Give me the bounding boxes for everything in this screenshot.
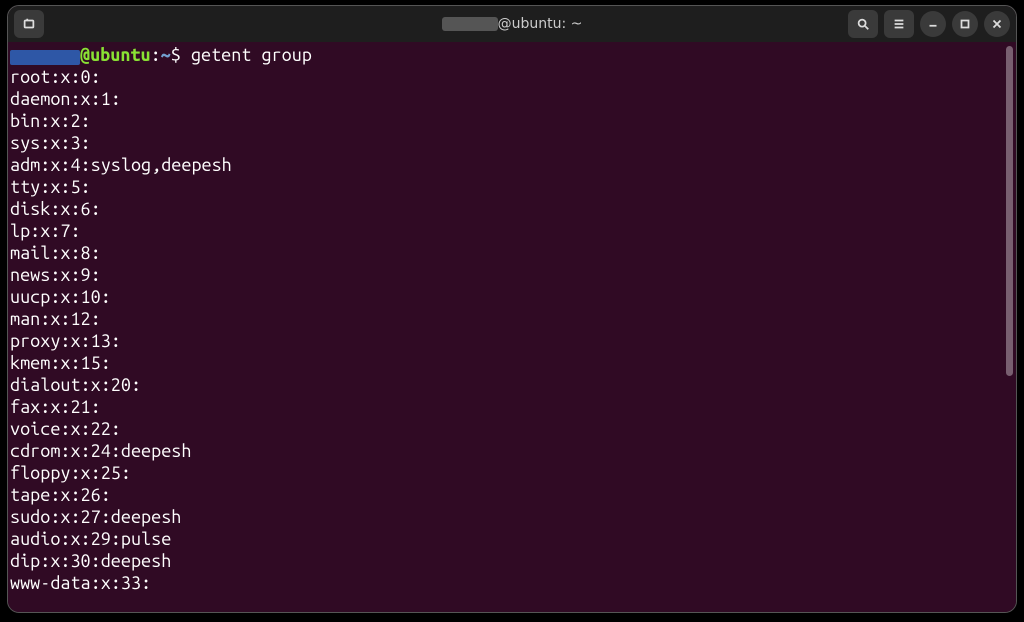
output-line: fax:x:21:	[10, 396, 1012, 418]
output-line: mail:x:8:	[10, 242, 1012, 264]
output-line: uucp:x:10:	[10, 286, 1012, 308]
redacted-username	[10, 50, 80, 65]
scrollbar-thumb[interactable]	[1006, 46, 1013, 376]
terminal-body[interactable]: @ubuntu:~$ getent group root:x:0:daemon:…	[8, 42, 1016, 612]
output-line: dialout:x:20:	[10, 374, 1012, 396]
output-line: adm:x:4:syslog,deepesh	[10, 154, 1012, 176]
output-line: daemon:x:1:	[10, 88, 1012, 110]
output-line: disk:x:6:	[10, 198, 1012, 220]
terminal-window: @ubuntu: ~ @ubuntu:~$ getent group root:…	[7, 5, 1017, 613]
titlebar: @ubuntu: ~	[8, 6, 1016, 42]
command-output: root:x:0:daemon:x:1:bin:x:2:sys:x:3:adm:…	[10, 66, 1012, 594]
output-line: man:x:12:	[10, 308, 1012, 330]
output-line: sys:x:3:	[10, 132, 1012, 154]
output-line: root:x:0:	[10, 66, 1012, 88]
output-line: tape:x:26:	[10, 484, 1012, 506]
output-line: sudo:x:27:deepesh	[10, 506, 1012, 528]
output-line: www-data:x:33:	[10, 572, 1012, 594]
close-button[interactable]	[984, 11, 1010, 37]
output-line: cdrom:x:24:deepesh	[10, 440, 1012, 462]
maximize-button[interactable]	[952, 11, 978, 37]
new-tab-button[interactable]	[14, 10, 44, 38]
search-button[interactable]	[848, 10, 878, 38]
output-line: dip:x:30:deepesh	[10, 550, 1012, 572]
prompt-line: @ubuntu:~$ getent group	[10, 44, 1012, 66]
output-line: news:x:9:	[10, 264, 1012, 286]
output-line: lp:x:7:	[10, 220, 1012, 242]
output-line: floppy:x:25:	[10, 462, 1012, 484]
output-line: proxy:x:13:	[10, 330, 1012, 352]
output-line: audio:x:29:pulse	[10, 528, 1012, 550]
output-line: tty:x:5:	[10, 176, 1012, 198]
output-line: bin:x:2:	[10, 110, 1012, 132]
output-line: voice:x:22:	[10, 418, 1012, 440]
menu-button[interactable]	[884, 10, 914, 38]
command-text: getent group	[191, 45, 312, 65]
redacted-username	[442, 17, 498, 31]
output-line: kmem:x:15:	[10, 352, 1012, 374]
minimize-button[interactable]	[920, 11, 946, 37]
